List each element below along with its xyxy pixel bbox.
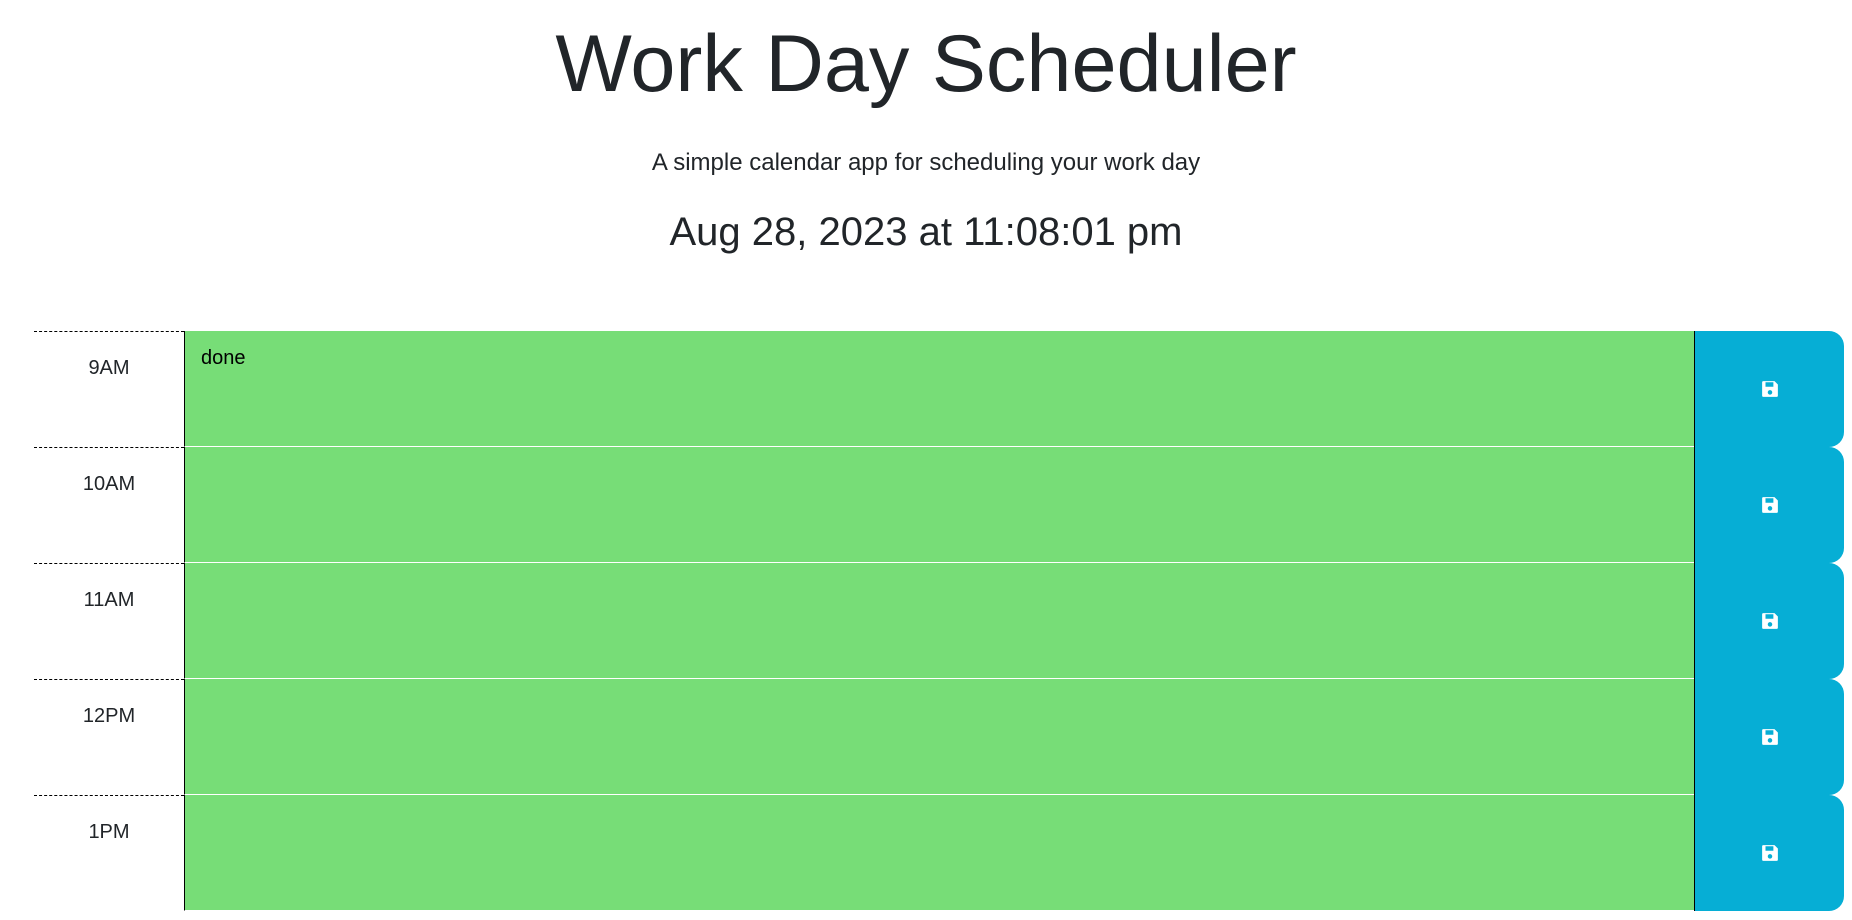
event-description-textarea[interactable]	[184, 447, 1694, 563]
floppy-disk-icon	[1761, 729, 1778, 745]
time-block-row: 1PM	[34, 795, 1844, 911]
event-description-textarea[interactable]	[184, 563, 1694, 679]
hour-label: 9AM	[34, 331, 184, 447]
event-description-textarea[interactable]	[184, 679, 1694, 795]
time-block-list: 9AM done 10AM 11AM 12PM 1PM	[34, 331, 1844, 911]
event-description-textarea[interactable]	[184, 795, 1694, 911]
page-title: Work Day Scheduler	[555, 19, 1297, 109]
hour-label: 1PM	[34, 795, 184, 911]
time-block-row: 11AM	[34, 563, 1844, 679]
time-block-row: 10AM	[34, 447, 1844, 563]
event-description-textarea[interactable]: done	[184, 331, 1694, 447]
time-block-row: 12PM	[34, 679, 1844, 795]
hour-label: 12PM	[34, 679, 184, 795]
floppy-disk-icon	[1761, 845, 1778, 861]
floppy-disk-icon	[1761, 497, 1778, 513]
hour-label: 11AM	[34, 563, 184, 679]
time-block-row: 9AM done	[34, 331, 1844, 447]
save-button[interactable]	[1694, 563, 1844, 679]
jumbotron-header: Work Day Scheduler A simple calendar app…	[0, 0, 1852, 255]
page-subtitle: A simple calendar app for scheduling you…	[651, 149, 1201, 176]
floppy-disk-icon	[1761, 613, 1778, 629]
save-button[interactable]	[1694, 679, 1844, 795]
save-button[interactable]	[1694, 795, 1844, 911]
save-button[interactable]	[1694, 447, 1844, 563]
floppy-disk-icon	[1761, 381, 1778, 397]
hour-label: 10AM	[34, 447, 184, 563]
current-date-time: Aug 28, 2023 at 11:08:01 pm	[669, 210, 1183, 254]
save-button[interactable]	[1694, 331, 1844, 447]
